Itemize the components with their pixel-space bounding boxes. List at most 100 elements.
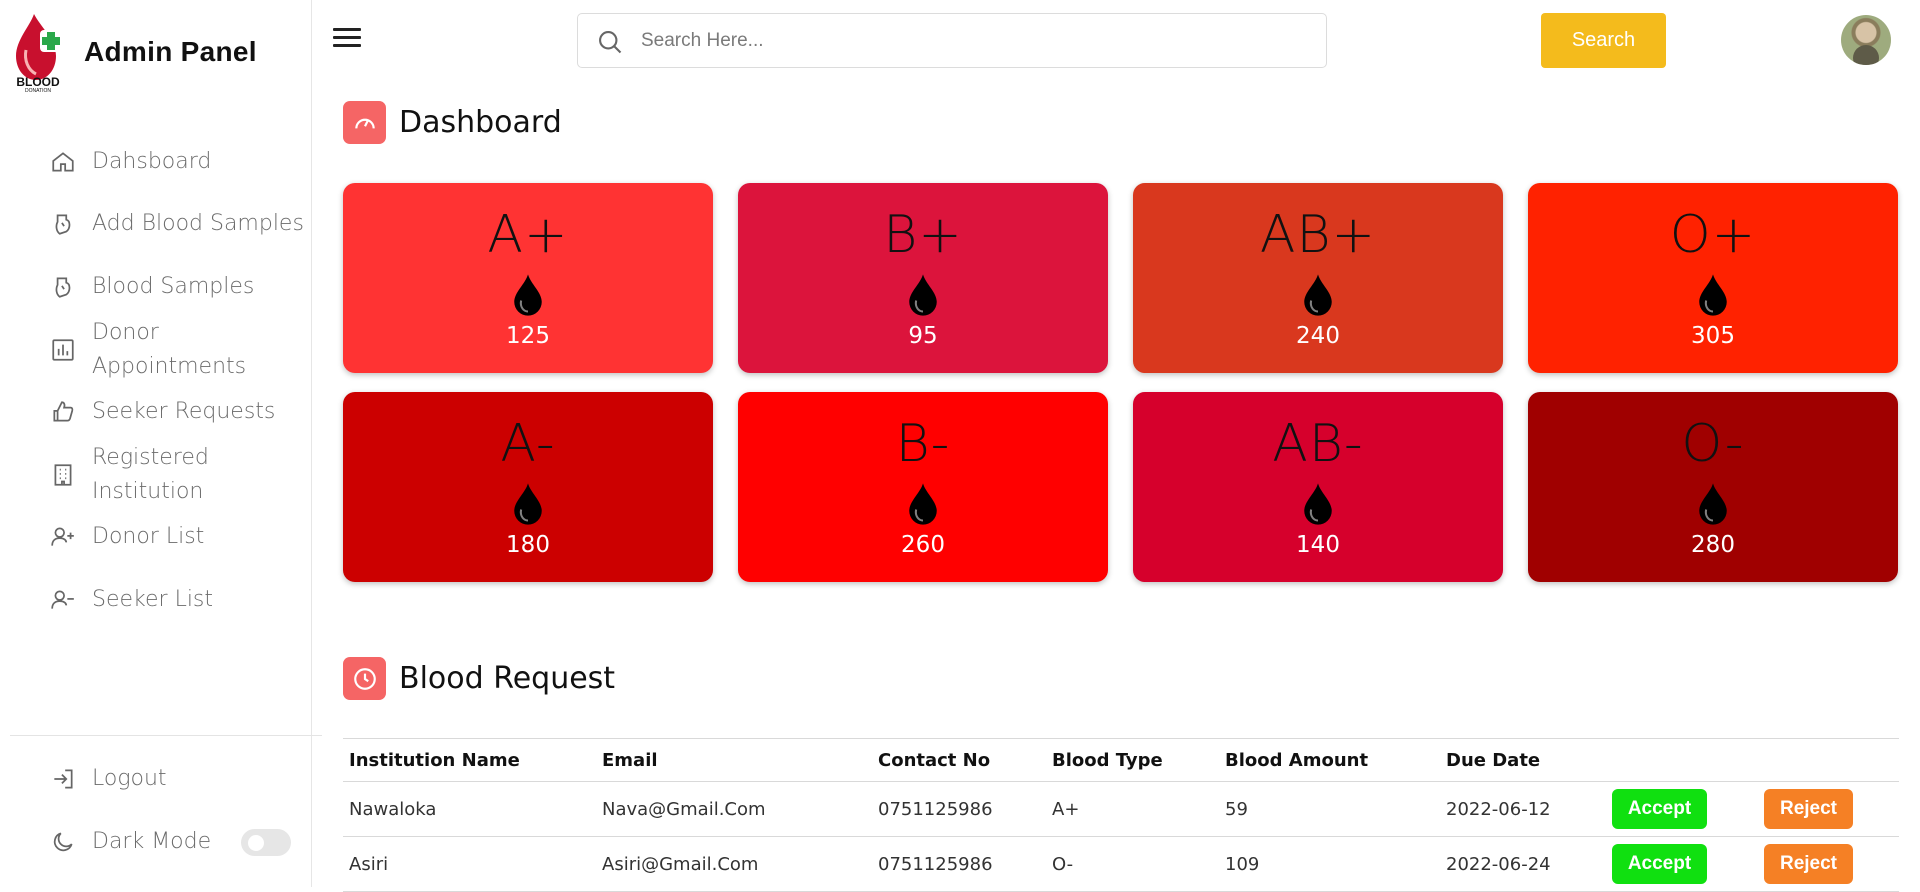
speedometer-icon (343, 101, 386, 144)
blood-group-label: O- (1681, 414, 1745, 474)
accept-button[interactable]: Accept (1612, 789, 1707, 829)
logout-button[interactable]: Logout (46, 762, 167, 796)
blood-group-label: AB+ (1259, 205, 1377, 265)
table-row: Asiri Asiri@Gmail.Com 0751125986 O- 109 … (343, 836, 1899, 892)
sidebar-item-label: Seeker Requests (92, 399, 276, 424)
building-icon (46, 458, 80, 492)
clock-icon (343, 657, 386, 700)
table-row: Nawaloka Nava@Gmail.Com 0751125986 A+ 59… (343, 781, 1899, 837)
blood-card-b-plus[interactable]: B+ 95 (738, 183, 1108, 373)
blood-group-label: O+ (1669, 205, 1757, 265)
blood-group-label: A- (500, 414, 556, 474)
dashboard-header: Dashboard (343, 101, 562, 144)
blood-drop-icon (1304, 274, 1332, 316)
sidebar-item-label: Registered Institution (92, 445, 209, 504)
user-remove-icon (46, 583, 80, 617)
due-date: 2022-06-12 (1440, 781, 1606, 837)
blood-drop-icon (1304, 483, 1332, 525)
blood-count: 260 (901, 532, 945, 558)
sidebar-item-label: Add Blood Samples (92, 211, 304, 236)
contact-no: 0751125986 (872, 836, 1046, 892)
institution-name: Nawaloka (343, 781, 596, 837)
search-input[interactable] (641, 24, 1301, 58)
blood-count: 180 (506, 532, 550, 558)
blood-count: 125 (506, 323, 550, 349)
dark-mode-label: Dark Mode (92, 829, 212, 854)
section-title: Blood Request (399, 661, 616, 696)
search-button[interactable]: Search (1541, 13, 1666, 68)
search-box (577, 13, 1327, 68)
logout-label: Logout (92, 766, 167, 791)
sidebar-item-add-blood-samples[interactable]: Add Blood Samples (46, 207, 304, 241)
accept-cell: Accept (1606, 781, 1758, 837)
logo-subtext: DONATION (24, 88, 52, 94)
blood-bag-icon (46, 270, 80, 304)
blood-drop-icon (909, 483, 937, 525)
sidebar-item-seeker-list[interactable]: Seeker List (46, 583, 213, 617)
blood-count: 305 (1691, 323, 1735, 349)
accept-button[interactable]: Accept (1612, 844, 1707, 884)
sidebar-item-registered-institution[interactable]: Registered Institution (46, 441, 242, 509)
blood-request-header: Blood Request (343, 657, 615, 700)
column-header: Email (596, 738, 872, 782)
table-header-row: Institution Name Email Contact No Blood … (343, 738, 1899, 782)
blood-drop-icon (1699, 274, 1727, 316)
email: Nava@Gmail.Com (596, 781, 872, 837)
blood-card-ab-minus[interactable]: AB- 140 (1133, 392, 1503, 582)
blood-card-o-minus[interactable]: O- 280 (1528, 392, 1898, 582)
reject-cell: Reject (1758, 781, 1899, 837)
blood-count: 280 (1691, 532, 1735, 558)
blood-group-label: AB- (1272, 414, 1364, 474)
home-icon (46, 145, 80, 179)
sidebar-item-label: Dahsboard (92, 149, 212, 174)
sidebar-item-label: Donor List (92, 524, 205, 549)
blood-amount: 109 (1219, 836, 1440, 892)
blood-group-label: B- (895, 414, 951, 474)
brand-title: Admin Panel (84, 36, 257, 67)
reject-cell: Reject (1758, 836, 1899, 892)
column-header: Blood Amount (1219, 738, 1440, 782)
sidebar-item-dashboard[interactable]: Dahsboard (46, 145, 211, 179)
blood-card-ab-plus[interactable]: AB+ 240 (1133, 183, 1503, 373)
blood-count: 95 (908, 323, 938, 349)
toggle-knob (248, 835, 264, 851)
sidebar: BLOOD DONATION Admin Panel Dahsboard Add… (0, 0, 322, 887)
column-header: Blood Type (1046, 738, 1219, 782)
column-header: Institution Name (343, 738, 596, 782)
blood-card-b-minus[interactable]: B- 260 (738, 392, 1108, 582)
page-title: Dashboard (399, 105, 562, 140)
dark-mode-row: Dark Mode (46, 825, 211, 859)
sidebar-item-donor-appointments[interactable]: Donor Appointments (46, 316, 262, 384)
blood-bag-icon (46, 207, 80, 241)
contact-no: 0751125986 (872, 781, 1046, 837)
hamburger-menu-icon[interactable] (333, 28, 361, 50)
blood-card-a-plus[interactable]: A+ 125 (343, 183, 713, 373)
sidebar-item-seeker-requests[interactable]: Seeker Requests (46, 395, 275, 429)
blood-drop-icon (909, 274, 937, 316)
column-header: Due Date (1440, 738, 1606, 782)
logout-icon (46, 762, 80, 796)
reject-button[interactable]: Reject (1764, 844, 1853, 884)
sidebar-item-label: Blood Samples (92, 274, 255, 299)
accept-cell: Accept (1606, 836, 1758, 892)
dark-mode-toggle[interactable] (241, 829, 291, 856)
email: Asiri@Gmail.Com (596, 836, 872, 892)
sidebar-item-blood-samples[interactable]: Blood Samples (46, 270, 254, 304)
sidebar-item-label: Donor Appointments (92, 320, 247, 379)
blood-card-o-plus[interactable]: O+ 305 (1528, 183, 1898, 373)
sidebar-item-label: Seeker List (92, 587, 214, 612)
blood-amount: 59 (1219, 781, 1440, 837)
sidebar-divider (10, 735, 322, 736)
bar-chart-icon (46, 333, 80, 367)
column-header-reject (1758, 738, 1899, 782)
blood-card-a-minus[interactable]: A- 180 (343, 392, 713, 582)
reject-button[interactable]: Reject (1764, 789, 1853, 829)
blood-drop-icon (514, 483, 542, 525)
blood-drop-icon (1699, 483, 1727, 525)
logo-text: BLOOD (16, 75, 60, 89)
avatar[interactable] (1841, 15, 1891, 65)
sidebar-item-donor-list[interactable]: Donor List (46, 520, 204, 554)
blood-group-label: B+ (883, 205, 963, 265)
blood-type: O- (1046, 836, 1219, 892)
blood-request-table: Institution Name Email Contact No Blood … (343, 738, 1899, 892)
